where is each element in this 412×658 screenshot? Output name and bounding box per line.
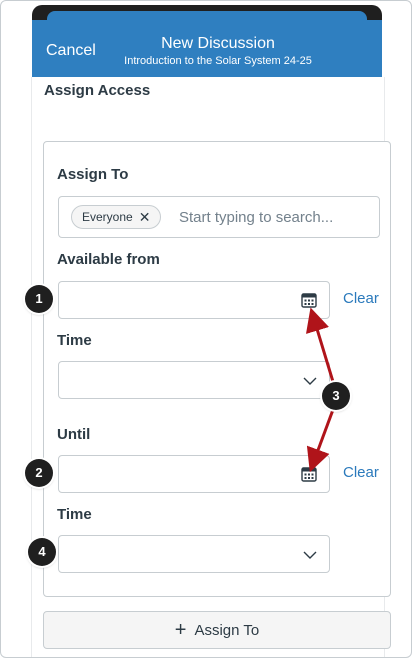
until-label: Until xyxy=(57,426,91,443)
add-assign-to-button[interactable]: + Assign To xyxy=(43,611,391,649)
available-from-label: Available from xyxy=(57,251,160,268)
header-bar: Cancel New Discussion Introduction to th… xyxy=(32,11,382,77)
assign-to-input[interactable]: Everyone ✕ Start typing to search... xyxy=(58,196,380,238)
callout-badge-3: 3 xyxy=(322,382,350,410)
callout-badge-4: 4 xyxy=(28,538,56,566)
time-select-1[interactable] xyxy=(58,361,330,399)
time-label-1: Time xyxy=(57,332,92,349)
chevron-down-icon xyxy=(303,551,317,559)
assign-to-label: Assign To xyxy=(57,166,129,183)
time-select-2[interactable] xyxy=(58,535,330,573)
plus-icon: + xyxy=(174,619,187,641)
assignee-pill[interactable]: Everyone ✕ xyxy=(71,205,162,229)
callout-badge-2: 2 xyxy=(25,459,53,487)
calendar-icon[interactable] xyxy=(301,292,317,308)
add-assign-to-label: Assign To xyxy=(194,621,260,639)
clear-until-button[interactable]: Clear xyxy=(343,464,379,481)
time-label-2: Time xyxy=(57,506,92,523)
callout-badge-1: 1 xyxy=(25,285,53,313)
app-frame: Cancel New Discussion Introduction to th… xyxy=(0,0,412,658)
page-title: New Discussion xyxy=(161,35,275,52)
remove-assignee-icon[interactable]: ✕ xyxy=(139,206,151,228)
header-top-edge xyxy=(47,11,367,21)
course-subtitle: Introduction to the Solar System 24-25 xyxy=(124,55,312,67)
assignee-pill-label: Everyone xyxy=(82,210,133,224)
section-heading: Assign Access xyxy=(44,82,151,99)
until-date-input[interactable] xyxy=(58,455,330,493)
chevron-down-icon xyxy=(303,377,317,385)
available-from-date-input[interactable] xyxy=(58,281,330,319)
clear-available-from-button[interactable]: Clear xyxy=(343,290,379,307)
assign-search-placeholder: Start typing to search... xyxy=(179,209,334,226)
calendar-icon[interactable] xyxy=(301,466,317,482)
